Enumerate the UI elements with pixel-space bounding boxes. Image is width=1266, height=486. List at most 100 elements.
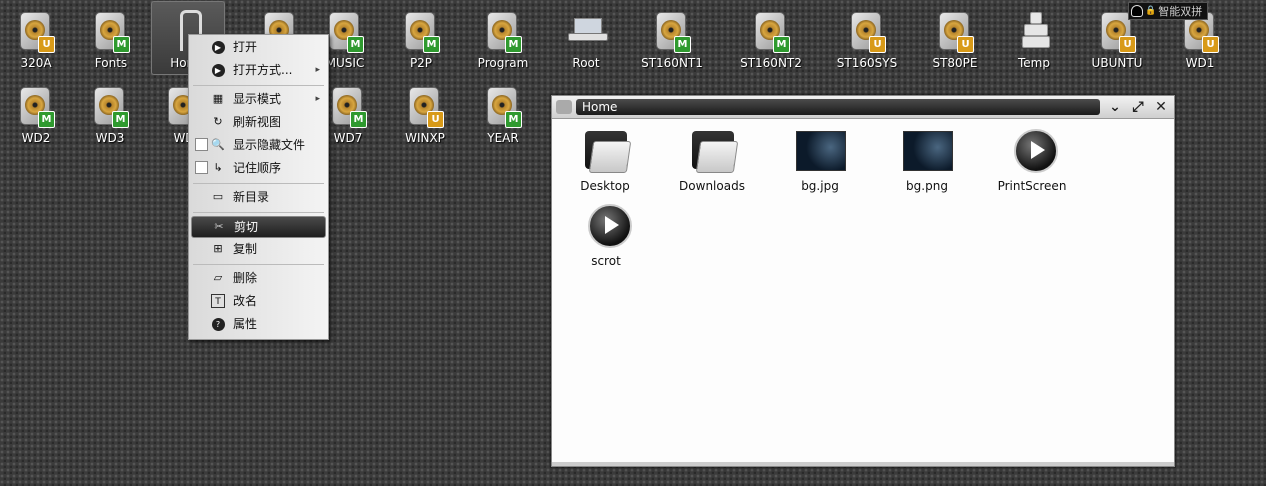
desktop-icon-label: ST80PE — [932, 56, 978, 70]
unmounted-badge: U — [427, 111, 444, 128]
desktop-icon-label: WD3 — [95, 131, 125, 145]
tux-icon — [1131, 5, 1143, 17]
mounted-badge: M — [113, 36, 130, 53]
menu-item-refresh[interactable]: ↻ 刷新视图 — [191, 112, 326, 132]
desktop-icon-label: Fonts — [94, 56, 128, 70]
shade-button[interactable]: ⌄ — [1106, 99, 1124, 115]
window-titlebar[interactable]: Home ⌄ ⤢ ✕ — [552, 96, 1174, 119]
file-view[interactable]: Desktop Downloads bg.jpg bg.png PrintScr… — [552, 119, 1174, 462]
remember-order-checkbox[interactable] — [195, 161, 208, 174]
hard-disk-icon: M — [403, 10, 440, 53]
desktop-icon-label: P2P — [409, 56, 433, 70]
menu-item-remember-order[interactable]: ↳ 记住顺序 — [191, 158, 326, 178]
hard-disk-icon: M — [327, 10, 364, 53]
submenu-arrow-icon: ▸ — [315, 65, 320, 75]
file-item-bg-jpg[interactable]: bg.jpg — [770, 125, 870, 195]
mounted-badge: M — [347, 36, 364, 53]
menu-item-delete[interactable]: ▱ 删除 — [191, 268, 326, 288]
play-icon: ▶ — [211, 40, 225, 54]
hard-disk-icon: M — [330, 85, 367, 128]
file-item-bg-png[interactable]: bg.png — [877, 125, 977, 195]
menu-item-open-with[interactable]: ▶ 打开方式... ▸ — [191, 60, 326, 80]
image-thumbnail-icon — [903, 131, 953, 171]
mounted-badge: M — [505, 36, 522, 53]
desktop-icon-st160nt2[interactable]: M ST160NT2 — [731, 4, 811, 76]
hard-disk-icon: M — [93, 10, 130, 53]
context-menu: ▶ 打开 ▶ 打开方式... ▸ ▦ 显示模式 ▸ ↻ 刷新视图 🔍 显示隐藏文… — [188, 34, 329, 340]
unmounted-badge: U — [869, 36, 886, 53]
hard-disk-icon: U — [849, 10, 886, 53]
menu-separator — [193, 212, 324, 213]
desktop-icon-st80pe[interactable]: U ST80PE — [915, 4, 995, 76]
input-method-label: 智能双拼 — [1158, 5, 1203, 18]
refresh-icon: ↻ — [213, 115, 223, 128]
menu-item-open[interactable]: ▶ 打开 — [191, 37, 326, 57]
desktop-icon-st160nt1[interactable]: M ST160NT1 — [632, 4, 712, 76]
desktop-icon-fonts[interactable]: M Fonts — [71, 4, 151, 76]
menu-item-copy[interactable]: ⊞ 复制 — [191, 239, 326, 259]
folder-icon — [585, 131, 632, 173]
window-resize-bar[interactable] — [552, 462, 1174, 466]
view-mode-icon: ▦ — [212, 92, 224, 105]
desktop-icon-year[interactable]: M YEAR — [463, 79, 543, 151]
desktop-icon-winxp[interactable]: U WINXP — [385, 79, 465, 151]
menu-item-rename[interactable]: T 改名 — [191, 291, 326, 311]
file-item-scrot[interactable]: scrot — [556, 200, 656, 270]
new-folder-icon: ▭ — [212, 190, 224, 203]
computer-icon — [568, 10, 608, 50]
desktop-icon-label: 320A — [20, 56, 52, 70]
delete-icon: ▱ — [213, 271, 223, 284]
hard-disk-icon: M — [92, 85, 129, 128]
desktop-icon-label: YEAR — [487, 131, 519, 145]
file-item-downloads[interactable]: Downloads — [662, 125, 762, 195]
file-item-desktop[interactable]: Desktop — [555, 125, 655, 195]
window-menu-icon[interactable] — [556, 100, 572, 114]
hard-disk-icon: M — [485, 85, 522, 128]
desktop-icon-label: WD1 — [1185, 56, 1215, 70]
properties-icon: ? — [211, 317, 225, 331]
window-title: Home — [576, 99, 1100, 115]
folder-icon — [692, 131, 739, 173]
desktop-icon-wd2[interactable]: M WD2 — [0, 79, 76, 151]
input-method-tray[interactable]: 🔒 智能双拼 — [1128, 2, 1208, 20]
menu-separator — [193, 183, 324, 184]
show-hidden-checkbox[interactable] — [195, 138, 208, 151]
menu-item-new-folder[interactable]: ▭ 新目录 — [191, 187, 326, 207]
unmounted-badge: U — [1202, 36, 1219, 53]
desktop-icon-label: WD2 — [21, 131, 51, 145]
rename-icon: T — [211, 294, 225, 308]
maximize-button[interactable]: ⤢ — [1129, 99, 1147, 115]
desktop-icon-st160sys[interactable]: U ST160SYS — [827, 4, 907, 76]
menu-item-cut[interactable]: ✂ 剪切 — [191, 216, 326, 238]
menu-item-show-hidden[interactable]: 🔍 显示隐藏文件 — [191, 135, 326, 155]
desktop-icon-program[interactable]: M Program — [463, 4, 543, 76]
close-button[interactable]: ✕ — [1152, 99, 1170, 115]
hard-disk-icon: U — [407, 85, 444, 128]
desktop-icon-root[interactable]: Root — [546, 4, 626, 76]
unmounted-badge: U — [38, 36, 55, 53]
desktop-icon-label: UBUNTU — [1091, 56, 1143, 70]
file-item-printscreen[interactable]: PrintScreen — [982, 125, 1082, 195]
desktop-icon-label: WINXP — [405, 131, 445, 145]
mounted-badge: M — [773, 36, 790, 53]
desktop-icon-temp[interactable]: Temp — [994, 4, 1074, 76]
submenu-arrow-icon: ▸ — [315, 94, 320, 104]
desktop-icon-p2p[interactable]: M P2P — [381, 4, 461, 76]
hard-disk-icon: M — [654, 10, 691, 53]
executable-icon — [1014, 129, 1058, 173]
menu-item-view-mode[interactable]: ▦ 显示模式 ▸ — [191, 89, 326, 109]
lock-icon: 🔒 — [1145, 6, 1157, 16]
menu-item-properties[interactable]: ? 属性 — [191, 314, 326, 334]
hard-disk-icon: M — [485, 10, 522, 53]
mounted-badge: M — [674, 36, 691, 53]
desktop-icon-label: ST160SYS — [836, 56, 898, 70]
executable-icon — [588, 204, 632, 248]
mounted-badge: M — [350, 111, 367, 128]
copy-icon: ⊞ — [213, 242, 223, 255]
cut-icon: ✂ — [214, 220, 224, 233]
image-thumbnail-icon — [796, 131, 846, 171]
desktop-icon-label: ST160NT2 — [740, 56, 802, 70]
desktop-icon-320a[interactable]: U 320A — [0, 4, 76, 76]
search-icon: 🔍 — [211, 138, 225, 151]
desktop-icon-wd3[interactable]: M WD3 — [70, 79, 150, 151]
